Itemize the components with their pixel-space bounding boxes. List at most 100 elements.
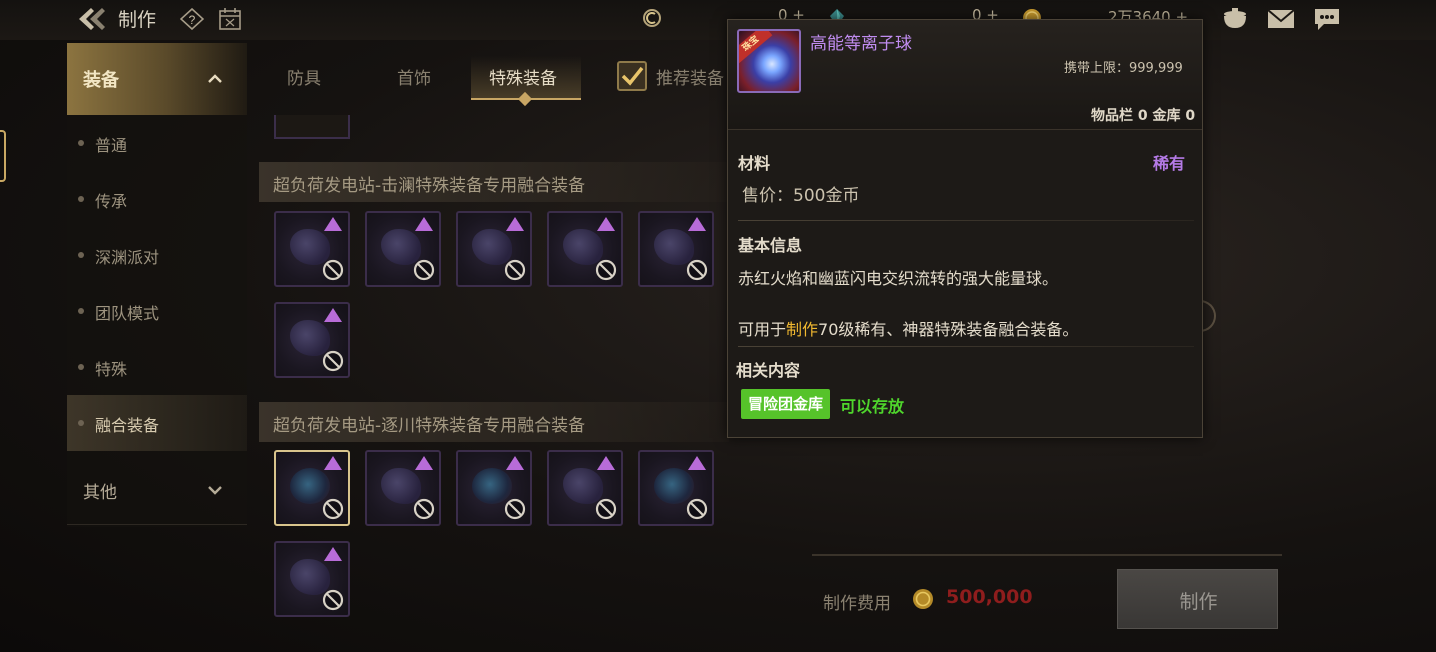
rarity-marker-icon <box>597 456 615 470</box>
tab-accessories[interactable]: 首饰 <box>397 64 431 89</box>
basic-info-title: 基本信息 <box>738 236 803 255</box>
item-slot[interactable] <box>274 115 350 139</box>
craft-cost-label: 制作费用 <box>823 594 891 614</box>
item-slot[interactable] <box>456 211 532 287</box>
usage-highlight: 制作 <box>786 320 819 339</box>
divider <box>812 554 1282 556</box>
carry-limit-value: 999,999 <box>1129 61 1183 76</box>
item-slot[interactable] <box>547 450 623 526</box>
sidebar-item-abyss-party[interactable]: 深渊派对 <box>67 227 247 283</box>
sidebar-item-inheritance[interactable]: 传承 <box>67 171 247 227</box>
rarity-marker-icon <box>324 547 342 561</box>
back-arrow-icon[interactable] <box>76 6 110 32</box>
rarity-marker-icon <box>597 217 615 231</box>
bullet-icon <box>78 140 84 146</box>
adventure-vault-badge: 冒险团金库 <box>741 389 831 419</box>
rarity-marker-icon <box>688 456 706 470</box>
side-drawer-handle[interactable] <box>0 130 6 182</box>
unavailable-icon <box>413 498 435 520</box>
item-slot[interactable] <box>638 450 714 526</box>
unavailable-icon <box>595 259 617 281</box>
craft-button[interactable]: 制作 <box>1117 569 1278 629</box>
bullet-icon <box>78 196 84 202</box>
item-slot[interactable] <box>274 450 350 526</box>
rarity-marker-icon <box>415 456 433 470</box>
rarity-marker-icon <box>506 456 524 470</box>
item-rarity: 稀有 <box>1153 154 1186 173</box>
carry-limit: 携带上限：999,999 <box>1064 57 1183 76</box>
rarity-marker-icon <box>324 456 342 470</box>
unavailable-icon <box>686 259 708 281</box>
section-title: 超负荷发电站-逐川特殊装备专用融合装备 <box>273 416 586 436</box>
unavailable-icon <box>413 259 435 281</box>
rarity-marker-icon <box>506 217 524 231</box>
item-slot[interactable] <box>274 541 350 617</box>
plasma-orb-icon: 珠宝 <box>737 29 801 93</box>
bullet-icon <box>78 252 84 258</box>
vault-status: 可以存放 <box>840 397 905 416</box>
sidebar-item-label: 深渊派对 <box>95 248 160 267</box>
unavailable-icon <box>322 259 344 281</box>
unavailable-icon <box>322 498 344 520</box>
sidebar-item-special[interactable]: 特殊 <box>67 339 247 395</box>
unavailable-icon <box>504 498 526 520</box>
rarity-marker-icon <box>688 217 706 231</box>
divider <box>738 346 1194 347</box>
rarity-marker-icon <box>324 217 342 231</box>
sidebar-item-label: 普通 <box>95 136 128 155</box>
recommend-label: 推荐装备 <box>656 69 724 89</box>
sidebar-item-label: 融合装备 <box>95 416 160 435</box>
category-equipment-label: 装备 <box>83 70 119 91</box>
category-other-label: 其他 <box>83 483 117 503</box>
pot-icon[interactable] <box>1220 6 1250 32</box>
item-icon-tag: 珠宝 <box>739 31 773 64</box>
sidebar-item-label: 团队模式 <box>95 304 160 323</box>
item-slot[interactable] <box>456 450 532 526</box>
bullet-icon <box>78 364 84 370</box>
carry-limit-label: 携带上限： <box>1064 61 1130 76</box>
item-slot[interactable] <box>365 211 441 287</box>
page-title: 制作 <box>118 9 157 31</box>
item-description: 赤红火焰和幽蓝闪电交织流转的强大能量球。 <box>738 269 1059 288</box>
usage-suffix: 70级稀有、神器特殊装备融合装备。 <box>818 320 1079 339</box>
svg-text:?: ? <box>189 13 196 27</box>
usage-prefix: 可用于 <box>738 320 787 339</box>
craft-button-label: 制作 <box>1179 591 1218 613</box>
chevron-down-icon <box>206 482 224 496</box>
gold-coin-icon <box>912 588 934 610</box>
help-icon[interactable]: ? <box>179 7 205 31</box>
section-title: 超负荷发电站-击澜特殊装备专用融合装备 <box>273 176 586 196</box>
sidebar-item-team-mode[interactable]: 团队模式 <box>67 283 247 339</box>
recommend-checkbox[interactable] <box>617 61 647 91</box>
unavailable-icon <box>686 498 708 520</box>
unavailable-icon <box>504 259 526 281</box>
mail-icon[interactable] <box>1266 6 1296 32</box>
sidebar-item-label: 传承 <box>95 192 128 211</box>
sidebar-item-label: 特殊 <box>95 360 128 379</box>
unavailable-icon <box>322 589 344 611</box>
item-slot[interactable] <box>547 211 623 287</box>
tab-special-equipment[interactable]: 特殊装备 <box>489 64 557 89</box>
item-name: 高能等离子球 <box>810 34 912 54</box>
item-slot[interactable] <box>274 211 350 287</box>
calendar-icon[interactable] <box>218 7 242 31</box>
item-price: 售价：500金币 <box>742 186 860 206</box>
chat-icon[interactable] <box>1312 6 1342 32</box>
sidebar-item-normal[interactable]: 普通 <box>67 115 247 171</box>
item-slot[interactable] <box>274 302 350 378</box>
section-header: 超负荷发电站-逐川特殊装备专用融合装备 <box>259 402 729 442</box>
item-slot[interactable] <box>365 450 441 526</box>
sidebar-item-fusion-equipment[interactable]: 融合装备 <box>67 395 247 451</box>
item-slot[interactable] <box>638 211 714 287</box>
rarity-marker-icon <box>415 217 433 231</box>
bullet-icon <box>78 308 84 314</box>
section-header: 超负荷发电站-击澜特殊装备专用融合装备 <box>259 162 729 202</box>
divider <box>738 220 1194 221</box>
tab-armor[interactable]: 防具 <box>287 64 321 89</box>
rarity-marker-icon <box>324 308 342 322</box>
related-content-title: 相关内容 <box>736 361 801 380</box>
item-usage: 可用于制作70级稀有、神器特殊装备融合装备。 <box>738 316 1078 340</box>
bullet-icon <box>78 420 84 426</box>
chevron-up-icon <box>206 70 224 84</box>
unavailable-icon <box>322 350 344 372</box>
